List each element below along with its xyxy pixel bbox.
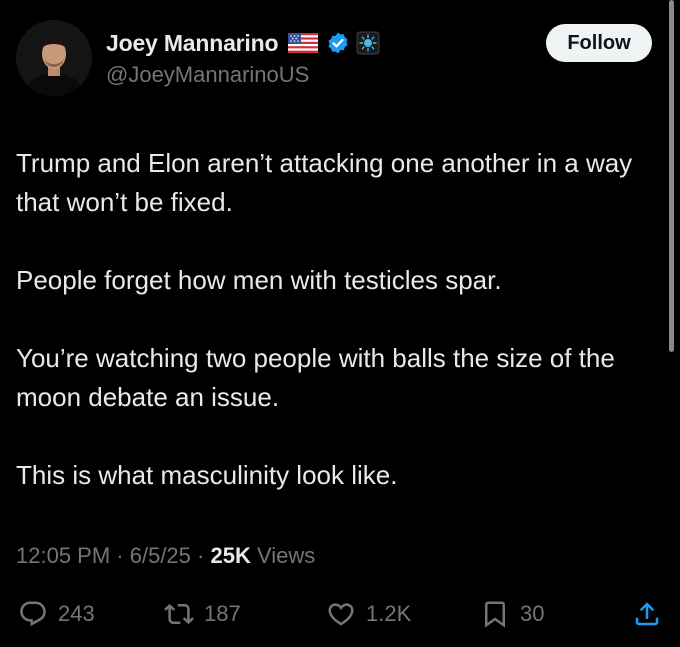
- author-handle[interactable]: @JoeyMannarinoUS: [106, 62, 309, 88]
- share-icon: [635, 602, 659, 626]
- affiliation-badge-icon[interactable]: [356, 31, 380, 55]
- heart-icon: [328, 603, 354, 626]
- reply-icon: [20, 601, 46, 627]
- reply-button[interactable]: 243: [18, 596, 95, 632]
- verified-badge-icon[interactable]: [326, 31, 350, 55]
- meta-separator: ·: [190, 543, 211, 568]
- follow-button[interactable]: Follow: [546, 24, 652, 62]
- scrollbar[interactable]: [669, 0, 674, 352]
- reply-count: 243: [58, 601, 95, 626]
- author-name-row: Joey Mannarino: [106, 28, 380, 58]
- like-button[interactable]: 1.2K: [326, 596, 411, 632]
- tweet-time[interactable]: 12:05 PM: [16, 543, 110, 569]
- tweet-card: Joey Mannarino @JoeyMannarinoUS Follow T…: [0, 0, 680, 647]
- bookmark-icon: [485, 601, 505, 628]
- bookmark-count: 30: [520, 601, 545, 626]
- repost-icon: [164, 603, 194, 625]
- repost-count: 187: [204, 601, 241, 626]
- tweet-paragraph: This is what masculinity look like.: [16, 460, 398, 490]
- like-count: 1.2K: [366, 601, 412, 626]
- share-button[interactable]: [632, 596, 662, 632]
- repost-button[interactable]: 187: [164, 596, 241, 632]
- bookmark-button[interactable]: 30: [480, 596, 544, 632]
- tweet-paragraph: Trump and Elon aren’t attacking one anot…: [16, 148, 633, 217]
- action-bar: 243 187 1.2K 30: [0, 596, 680, 632]
- tweet-date[interactable]: 6/5/25: [130, 543, 191, 569]
- tweet-paragraph: People forget how men with testicles spa…: [16, 265, 502, 295]
- us-flag-icon: [288, 33, 319, 53]
- views-label: Views: [256, 543, 316, 568]
- views-count: 25K: [210, 543, 251, 568]
- avatar-image: [16, 20, 92, 96]
- tweet-text: Trump and Elon aren’t attacking one anot…: [16, 144, 666, 534]
- author-display-name[interactable]: Joey Mannarino: [106, 30, 278, 57]
- tweet-paragraph: You’re watching two people with balls th…: [16, 343, 615, 412]
- avatar[interactable]: [16, 20, 92, 96]
- meta-separator: ·: [110, 543, 130, 568]
- tweet-meta: 12:05 PM · 6/5/25 · 25K Views: [16, 543, 315, 569]
